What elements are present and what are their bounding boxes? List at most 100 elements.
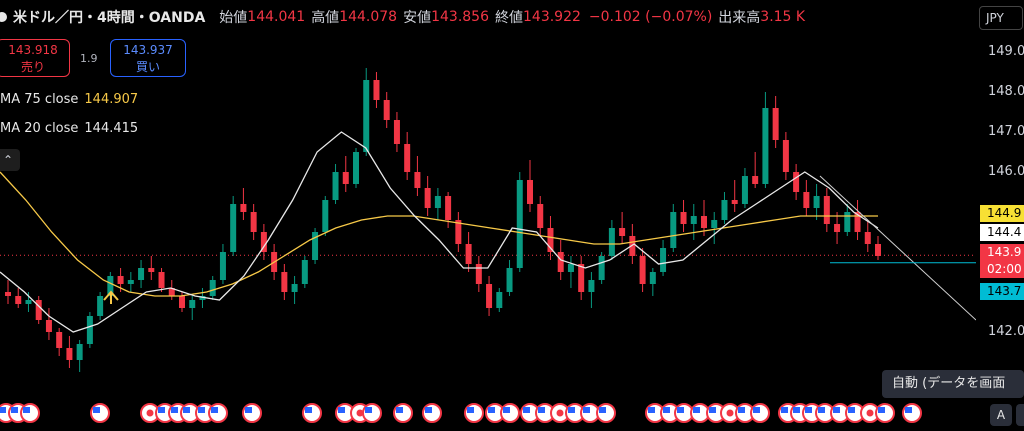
us-flag-canton — [793, 407, 800, 413]
us-flag-canton — [93, 407, 100, 413]
us-flag-canton — [538, 407, 545, 413]
candle-body — [66, 348, 73, 360]
candle-body — [834, 224, 841, 232]
candle-body — [15, 296, 22, 304]
candle-body — [598, 256, 605, 280]
us-flag-canton — [158, 407, 165, 413]
candle-body — [475, 264, 482, 284]
candle-body — [496, 292, 503, 308]
japan-flag-dot — [556, 409, 564, 417]
us-flag-canton — [503, 407, 510, 413]
us-flag-canton — [709, 407, 716, 413]
candle-body — [793, 172, 800, 192]
us-flag-canton — [488, 407, 495, 413]
candle-body — [322, 200, 329, 232]
us-flag-canton — [878, 407, 885, 413]
candle-body — [516, 180, 523, 268]
us-flag-canton — [467, 407, 474, 413]
us-flag-canton — [663, 407, 670, 413]
auto-scale-tooltip: 自動 (データを画面 — [882, 370, 1024, 398]
price-tick-label: 146.0 — [988, 164, 1024, 179]
candle-body — [25, 300, 32, 304]
candle-body — [465, 244, 472, 264]
us-flag-canton — [805, 407, 812, 413]
us-flag-canton — [905, 407, 912, 413]
us-flag-canton — [648, 407, 655, 413]
currency-selector[interactable]: JPY — [979, 6, 1023, 30]
price-badge: 143.9 — [980, 244, 1024, 261]
japan-flag-dot — [146, 409, 154, 417]
candle-body — [179, 296, 185, 308]
us-flag-canton — [693, 407, 700, 413]
candle-body — [5, 292, 11, 296]
candle-body — [342, 172, 349, 184]
auto-scale-button[interactable]: A — [990, 404, 1012, 426]
us-flag-canton — [753, 407, 760, 413]
price-chart[interactable] — [0, 0, 976, 431]
us-flag-canton — [171, 407, 178, 413]
price-badge: 02:00 — [980, 261, 1024, 278]
us-flag-canton — [599, 407, 606, 413]
candle-body — [209, 280, 216, 296]
price-tick-label: 147.0 — [988, 124, 1024, 139]
candle-body — [782, 140, 789, 172]
japan-flag-dot — [726, 409, 734, 417]
candle-body — [373, 80, 380, 100]
us-flag-canton — [0, 407, 6, 413]
candle-body — [158, 272, 165, 288]
candle-body — [353, 152, 359, 184]
us-flag-canton — [848, 407, 855, 413]
candle-body — [711, 220, 718, 228]
price-tick-label: 148.0 — [988, 84, 1024, 99]
candle-body — [138, 268, 145, 280]
candle-body — [588, 280, 595, 292]
us-flag-canton — [198, 407, 205, 413]
us-flag-canton — [833, 407, 840, 413]
price-badge: 144.4 — [980, 224, 1024, 241]
candle-body — [434, 196, 441, 208]
candle-body — [424, 188, 431, 208]
us-flag-canton — [818, 407, 825, 413]
candle-body — [383, 100, 390, 120]
candle-body — [813, 196, 820, 208]
candle-body — [670, 212, 677, 248]
candle-body — [393, 120, 400, 144]
candle-body — [332, 172, 339, 200]
candle-body — [45, 320, 52, 332]
candle-body — [35, 300, 42, 320]
candle-body — [56, 332, 63, 348]
candle-body — [823, 196, 830, 224]
candle-body — [690, 216, 697, 224]
log-scale-button[interactable] — [1016, 404, 1024, 426]
candle-body — [752, 176, 759, 184]
candle-body — [772, 108, 779, 140]
candle-body — [875, 244, 881, 256]
us-flag-canton — [338, 407, 345, 413]
us-flag-canton — [677, 407, 684, 413]
us-flag-canton — [211, 407, 218, 413]
candle-body — [291, 284, 298, 292]
us-flag-canton — [523, 407, 530, 413]
candle-body — [240, 204, 247, 212]
us-flag-canton — [305, 407, 312, 413]
candle-body — [557, 252, 564, 272]
us-flag-canton — [23, 407, 30, 413]
us-flag-canton — [365, 407, 372, 413]
us-flag-canton — [425, 407, 432, 413]
us-flag-canton — [183, 407, 190, 413]
ma20-line — [0, 131, 879, 333]
candle-body — [506, 268, 513, 292]
trend-line — [819, 175, 976, 321]
price-tick-label: 142.0 — [988, 324, 1024, 339]
candle-body — [639, 256, 646, 284]
candle-body — [148, 268, 155, 272]
candle-body — [363, 80, 370, 152]
us-flag-canton — [568, 407, 575, 413]
candle-body — [701, 216, 707, 228]
candle-body — [189, 300, 196, 308]
candle-body — [76, 344, 83, 360]
candle-body — [219, 252, 226, 280]
candle-body — [619, 228, 626, 236]
candle-body — [527, 180, 533, 204]
candle-body — [762, 108, 769, 184]
